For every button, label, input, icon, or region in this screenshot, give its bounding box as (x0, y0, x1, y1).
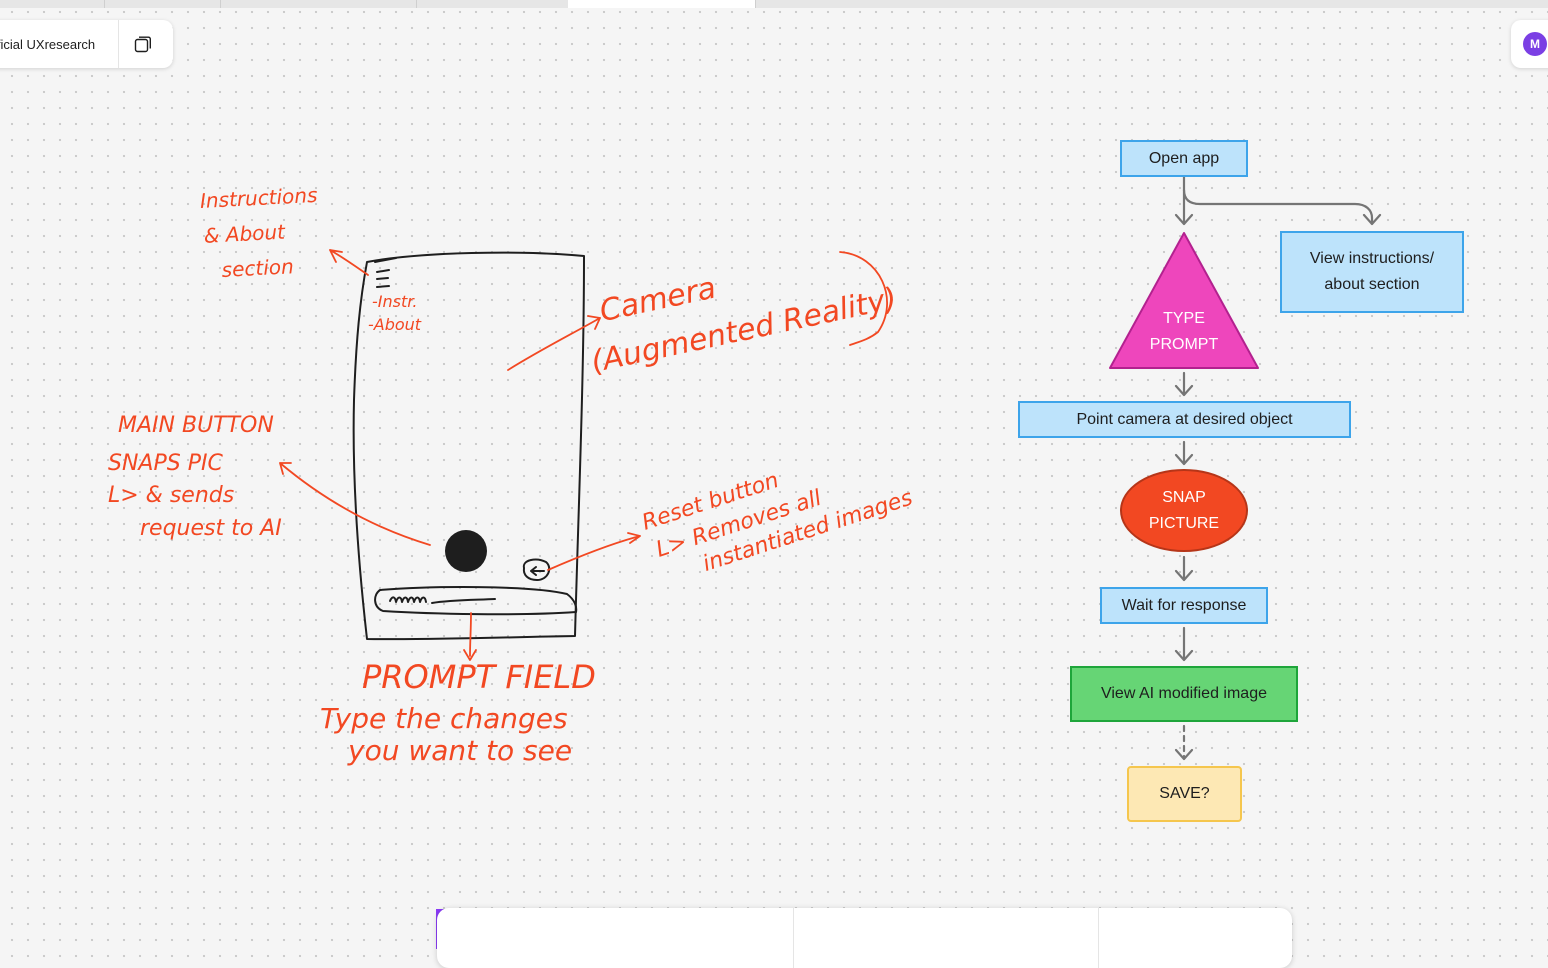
wait-response-node[interactable]: Wait for response (1100, 587, 1268, 624)
connector (1174, 555, 1194, 582)
node-label: View instructions/about section (1309, 250, 1435, 293)
reset-button-sketch[interactable] (522, 558, 551, 581)
table-tool-button[interactable] (921, 908, 971, 968)
divider (793, 908, 794, 968)
connector (1182, 188, 1382, 226)
node-label: View AI modified image (1100, 685, 1267, 703)
section-tool-button[interactable] (865, 908, 915, 968)
node-label: SNAP PICTURE (1148, 488, 1220, 532)
stamp-tool-button[interactable] (977, 908, 1027, 968)
divider (1098, 908, 1099, 968)
node-label: Open app (1148, 149, 1220, 167)
shape-tool-button[interactable] (687, 908, 777, 968)
view-ai-image-node[interactable]: View AI modified image (1070, 666, 1298, 722)
snap-picture-node[interactable]: SNAP PICTURE (1120, 469, 1248, 552)
connector (1174, 626, 1194, 662)
pencil-tool-button[interactable] (507, 908, 552, 968)
reset-button-note[interactable]: Reset button L> Removes all instantiated… (639, 430, 916, 590)
annotation-arrow (507, 315, 601, 371)
widgets-tool-button[interactable] (1033, 908, 1083, 968)
node-label: Wait for response (1121, 596, 1247, 614)
instructions-note[interactable]: Instructions & About section (199, 183, 328, 283)
point-camera-node[interactable]: Point camera at desired object (1018, 401, 1351, 438)
camera-note[interactable]: Camera (Augmented Reality) (578, 234, 900, 380)
save-node[interactable]: SAVE? (1127, 766, 1242, 822)
move-tool-button[interactable] (437, 908, 482, 968)
view-instructions-node[interactable]: View instructions/about section (1280, 231, 1464, 313)
connector (1174, 371, 1194, 397)
open-app-node[interactable]: Open app (1120, 140, 1248, 177)
annotation-arrow (463, 612, 477, 661)
type-prompt-label: TYPE PROMPT (1149, 310, 1219, 353)
prompt-field-note[interactable]: PROMPT FIELD Type the changes you want t… (320, 658, 601, 767)
main-button-note[interactable]: MAIN BUTTON SNAPS PIC L> & sends request… (108, 413, 282, 541)
sticky-note-tool-button[interactable] (577, 908, 677, 968)
text-tool-button[interactable] (809, 908, 859, 968)
connector (1174, 440, 1194, 466)
bottom-toolbar (437, 908, 1292, 968)
annotation-arrow (329, 249, 369, 276)
annotation-arrow (547, 532, 641, 571)
prompt-squiggle (389, 596, 496, 604)
stickers-tool-button[interactable] (1112, 908, 1222, 968)
canvas-drawing: Instructions & About section -Instr. -Ab… (108, 175, 1382, 949)
main-button-sketch[interactable] (445, 530, 487, 572)
node-label: Point camera at desired object (1076, 410, 1293, 428)
menu-lines[interactable] (374, 257, 397, 288)
menu-items-note[interactable]: -Instr. -About (368, 292, 423, 334)
node-label: SAVE? (1159, 785, 1210, 803)
more-tool-button[interactable] (1232, 908, 1272, 968)
